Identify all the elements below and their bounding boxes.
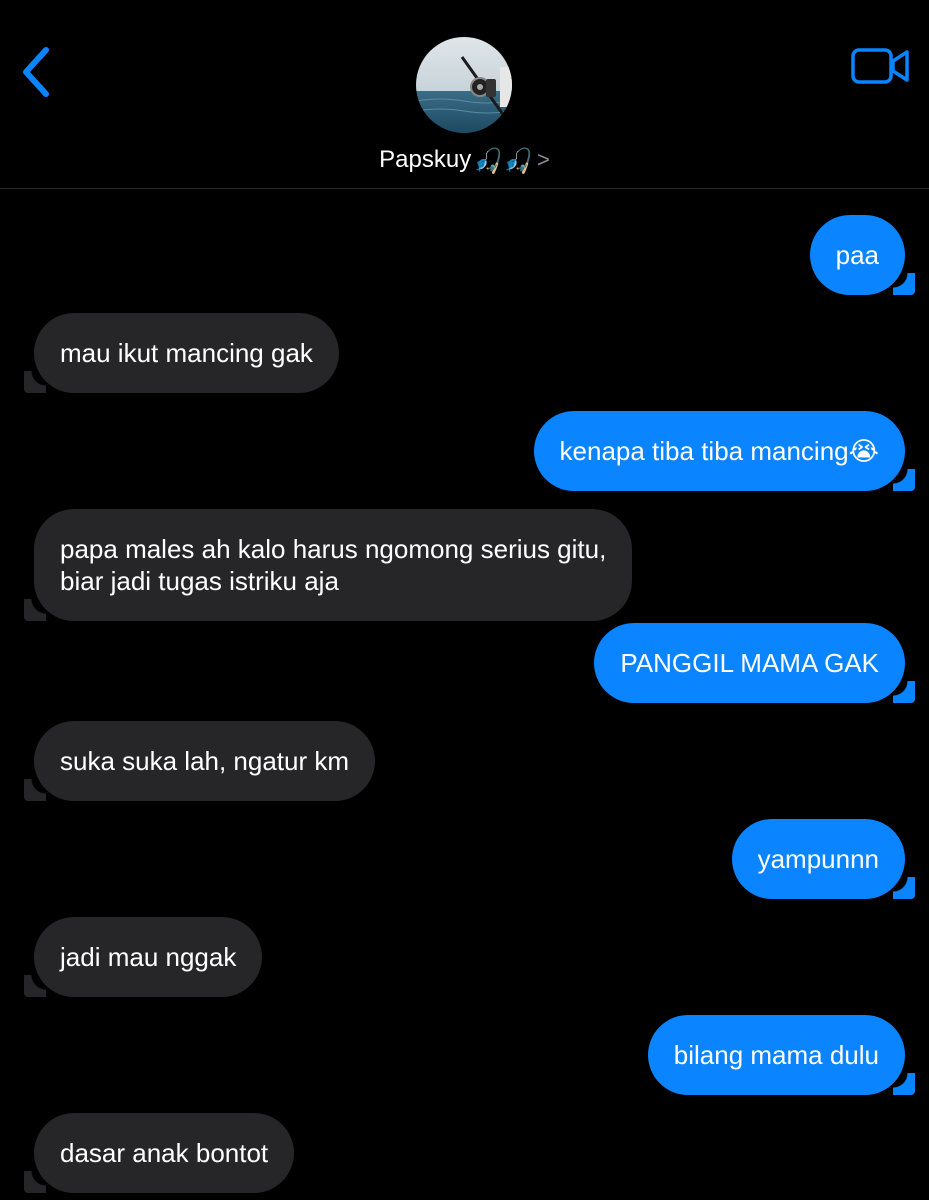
back-button[interactable] (18, 42, 58, 102)
received-message[interactable]: jadi mau nggak (23, 917, 263, 997)
facetime-video-button[interactable] (851, 46, 911, 86)
contact-name: Papskuy (379, 146, 472, 173)
received-message[interactable]: papa males ah kalo harus ngomong serius … (23, 509, 633, 621)
chevron-left-icon (23, 47, 49, 97)
video-camera-icon (851, 48, 909, 84)
conversation-header: Papskuy🎣🎣 > (0, 0, 929, 189)
sent-message[interactable]: paa (809, 215, 916, 295)
received-message[interactable]: suka suka lah, ngatur km (23, 721, 376, 801)
message-list[interactable]: paa mau ikut mancing gak kenapa tiba tib… (0, 188, 929, 1200)
fishing-pole-emoji: 🎣🎣 (473, 148, 533, 175)
sent-message[interactable]: kenapa tiba tiba mancing😭 (533, 411, 916, 491)
received-message[interactable]: mau ikut mancing gak (24, 313, 339, 393)
fishing-photo-avatar (416, 37, 512, 133)
sent-message[interactable]: PANGGIL MAMA GAK (594, 623, 915, 703)
contact-details-chevron: > (536, 147, 550, 172)
received-message[interactable]: dasar anak bontot (23, 1113, 295, 1193)
sent-message[interactable]: bilang mama dulu (647, 1015, 916, 1095)
sent-message[interactable]: yampunnn (731, 819, 916, 899)
contact-name-button[interactable]: Papskuy🎣🎣 > (0, 146, 929, 176)
contact-avatar[interactable] (416, 37, 512, 133)
